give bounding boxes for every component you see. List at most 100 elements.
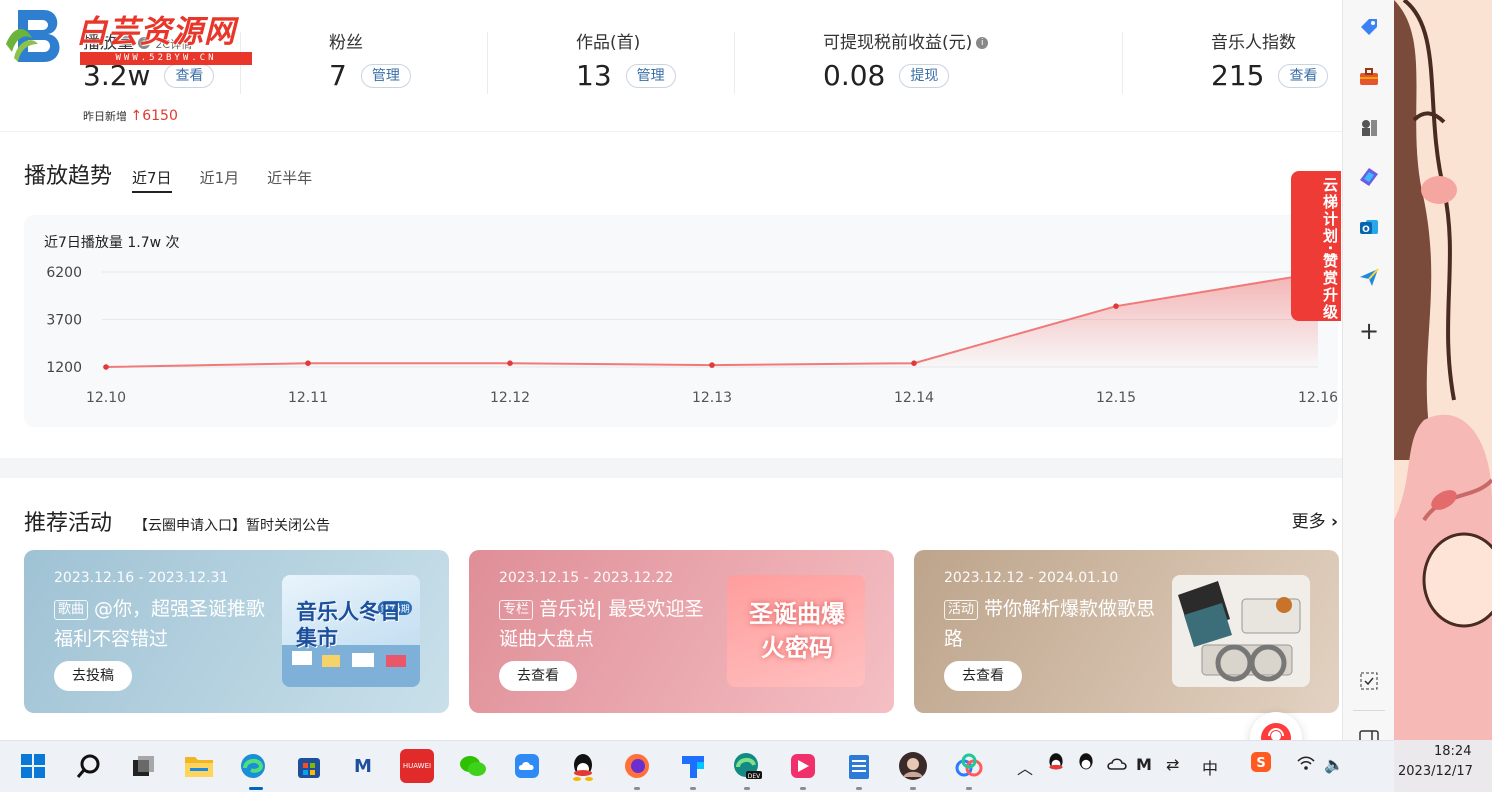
stat-earnings-value: 0.08: [823, 59, 886, 92]
ime-indicator[interactable]: 中: [1202, 755, 1218, 779]
data-point[interactable]: [709, 362, 715, 368]
x-tick-label: 12.11: [288, 390, 328, 406]
chevron-up-icon[interactable]: ︿: [1017, 755, 1033, 779]
divider: [1353, 710, 1385, 711]
stat-earnings-label: 可提现税前收益(元): [823, 33, 973, 53]
data-point[interactable]: [1113, 303, 1119, 309]
customer-service-button[interactable]: [1250, 712, 1302, 740]
activities-title: 推荐活动: [24, 511, 113, 536]
activity-title: 专栏 音乐说| 最受欢迎圣诞曲大盘点: [499, 594, 714, 654]
view-index-button[interactable]: 查看: [1278, 63, 1329, 88]
browser-sidebar: O +: [1342, 0, 1394, 792]
activity-tag: 歌曲: [54, 600, 89, 620]
tab-1-month[interactable]: 近1月: [200, 167, 240, 191]
cloud-icon[interactable]: [510, 749, 544, 783]
section-divider: [0, 458, 1342, 478]
stat-fans: 粉丝 7 管理: [329, 28, 411, 108]
qq-tray-icon-2[interactable]: [1076, 751, 1096, 777]
onedrive-icon[interactable]: [1106, 755, 1128, 775]
submit-button[interactable]: 去投稿: [54, 661, 132, 691]
bilibili-like-icon[interactable]: [786, 749, 820, 783]
system-clock[interactable]: 18:24 2023/12/17: [1394, 740, 1492, 792]
x-tick-label: 12.14: [894, 390, 934, 406]
huawei-icon[interactable]: HUAWEI: [400, 749, 434, 783]
app-m-tray-icon[interactable]: M: [1136, 755, 1152, 774]
trend-title: 播放趋势: [24, 164, 113, 189]
music-dashboard: 白芸资源网 WWW.52BYW.CN 播放量 i 2C详情 3.2w 查看 昨日新…: [0, 0, 1342, 740]
data-point[interactable]: [305, 360, 311, 366]
edge-icon[interactable]: [236, 749, 270, 783]
app-m-icon[interactable]: M: [346, 749, 380, 783]
activity-card[interactable]: 2023.12.15 - 2023.12.22 专栏 音乐说| 最受欢迎圣诞曲大盘…: [469, 550, 894, 713]
manage-fans-button[interactable]: 管理: [360, 63, 411, 88]
x-tick-label: 12.15: [1096, 390, 1136, 406]
activity-card[interactable]: 2023.12.16 - 2023.12.31 歌曲 @你，超强圣诞推歌福利不容错…: [24, 550, 449, 713]
stat-works-label: 作品(首): [576, 33, 641, 53]
activity-title: 歌曲 @你，超强圣诞推歌福利不容错过: [54, 594, 269, 654]
divider: [487, 32, 488, 94]
windows-start-icon[interactable]: [16, 749, 50, 783]
avatar-app-icon[interactable]: [896, 749, 930, 783]
tab-half-year[interactable]: 近半年: [267, 167, 312, 191]
view-button[interactable]: 去查看: [499, 661, 577, 691]
qq-icon[interactable]: [566, 749, 600, 783]
more-link[interactable]: 更多 ›: [1292, 507, 1338, 532]
qq-tray-icon[interactable]: [1046, 751, 1066, 777]
x-tick-label: 12.16: [1298, 390, 1338, 406]
x-tick-label: 12.12: [490, 390, 530, 406]
stat-index-label: 音乐人指数: [1211, 33, 1296, 53]
y-tick-label: 3700: [46, 313, 82, 329]
music-gear-illustration: [1178, 581, 1301, 682]
data-point[interactable]: [507, 360, 513, 366]
task-view-icon[interactable]: [126, 749, 160, 783]
notice-link[interactable]: 【云圈申请入口】暂时关闭公告: [134, 515, 330, 535]
manage-works-button[interactable]: 管理: [625, 63, 676, 88]
tag-icon[interactable]: [1356, 14, 1382, 40]
data-point[interactable]: [911, 360, 917, 366]
view-button[interactable]: 去查看: [944, 661, 1022, 691]
running-app-indicator: [910, 787, 916, 790]
cloud-ladder-banner[interactable]: 云梯计划·赞赏升级: [1291, 171, 1341, 321]
search-icon[interactable]: [72, 749, 106, 783]
withdraw-button[interactable]: 提现: [899, 63, 950, 88]
running-app-indicator: [966, 787, 972, 790]
sogou-ime-icon[interactable]: S: [1250, 751, 1272, 777]
file-explorer-icon[interactable]: [182, 749, 216, 783]
wechat-icon[interactable]: [456, 749, 490, 783]
store-icon[interactable]: [292, 749, 326, 783]
outlook-icon[interactable]: O: [1356, 214, 1382, 240]
toolbox-icon[interactable]: [1356, 64, 1382, 90]
firefox-icon[interactable]: [620, 749, 654, 783]
tab-7-days[interactable]: 近7日: [132, 167, 172, 193]
data-point[interactable]: [103, 364, 109, 370]
notepad-icon[interactable]: [842, 749, 876, 783]
info-icon[interactable]: i: [976, 37, 989, 49]
cartoon-character-illustration: [1394, 0, 1492, 792]
svg-text:DEV: DEV: [748, 773, 761, 780]
activity-tag: 专栏: [499, 600, 534, 620]
sync-icon[interactable]: ⇄: [1166, 755, 1179, 774]
chess-icon[interactable]: [1356, 114, 1382, 140]
volume-icon[interactable]: 🔈: [1324, 755, 1344, 774]
wifi-icon[interactable]: [1296, 755, 1316, 775]
active-app-indicator: [249, 787, 263, 790]
add-icon[interactable]: +: [1356, 317, 1382, 345]
screenshot-icon[interactable]: [1356, 668, 1382, 694]
stat-index: 音乐人指数 215 查看: [1211, 28, 1329, 108]
watermark-b-logo-icon: [6, 10, 60, 62]
more-label: 更多: [1291, 512, 1326, 532]
activity-card[interactable]: 2023.12.12 - 2024.01.10 活动 带你解析爆款做歌思路 去查看: [914, 550, 1339, 713]
activities-header: 推荐活动 【云圈申请入口】暂时关闭公告 更多 ›: [24, 505, 1338, 537]
edge-dev-icon[interactable]: DEV: [730, 749, 764, 783]
running-app-indicator: [634, 787, 640, 790]
trend-header: 播放趋势 近7日 近1月 近半年: [24, 158, 312, 193]
send-icon[interactable]: [1356, 264, 1382, 290]
copilot-icon[interactable]: [1356, 164, 1382, 190]
svg-text:O: O: [1362, 225, 1370, 235]
stat-earnings: 可提现税前收益(元) i 0.08 提现: [823, 28, 989, 108]
tencent-docs-icon[interactable]: [676, 749, 710, 783]
screen: 白芸资源网 WWW.52BYW.CN 播放量 i 2C详情 3.2w 查看 昨日新…: [0, 0, 1492, 792]
baidu-netdisk-icon[interactable]: [952, 749, 986, 783]
activity-dates: 2023.12.12 - 2024.01.10: [944, 570, 1119, 586]
x-tick-label: 12.13: [692, 390, 732, 406]
